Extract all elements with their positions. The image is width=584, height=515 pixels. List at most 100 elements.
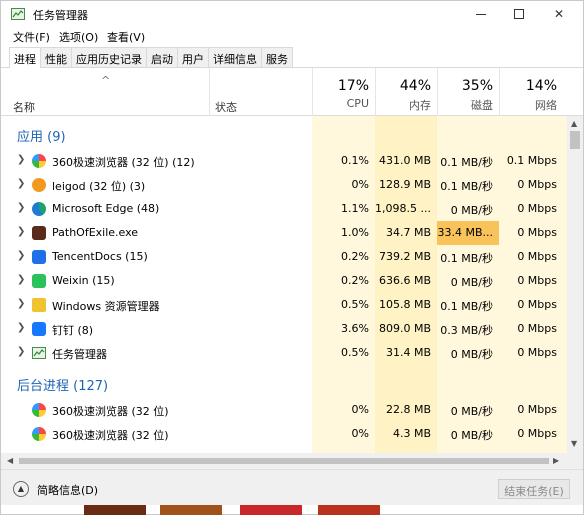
network-cell: 0 Mbps <box>517 250 557 263</box>
table-row[interactable]: 360极速浏览器 (32 位) 0% 22.8 MB 0 MB/秒 0 Mbps <box>1 398 567 422</box>
expand-chevron-icon[interactable]: ❯ <box>17 298 25 309</box>
memory-cell: 431.0 MB <box>378 154 431 167</box>
tab-performance[interactable]: 性能 <box>40 47 72 68</box>
column-header: ^ 名称 状态 17% CPU 44% 内存 35% 磁盘 14% 网络 <box>1 68 583 116</box>
cpu-cell: 0.2% <box>341 250 369 263</box>
fewer-details-link[interactable]: 简略信息(D) <box>37 482 98 498</box>
minimize-icon <box>476 13 486 15</box>
disk-label: 磁盘 <box>471 99 493 112</box>
process-name: 任务管理器 <box>52 348 107 361</box>
memory-cell: 22.8 MB <box>385 403 431 416</box>
background-window-strip <box>160 505 222 515</box>
scroll-down-icon[interactable]: ▼ <box>571 439 577 448</box>
column-status[interactable]: 状态 <box>215 99 237 115</box>
table-row[interactable]: ❯ leigod (32 位) (3) 0% 128.9 MB 0.1 MB/秒… <box>1 173 567 197</box>
table-row[interactable]: ❯ Weixin (15) 0.2% 636.6 MB 0 MB/秒 0 Mbp… <box>1 269 567 293</box>
vertical-scroll-thumb[interactable] <box>570 131 580 149</box>
memory-cell: 1,098.5 ... <box>375 202 431 215</box>
menu-bar: 文件(F) 选项(O) 查看(V) <box>1 27 583 45</box>
menu-file[interactable]: 文件(F) <box>13 29 50 45</box>
expand-chevron-icon[interactable]: ❯ <box>17 346 25 357</box>
scroll-right-icon[interactable]: ▶ <box>553 456 559 465</box>
vertical-scrollbar[interactable]: ▲ ▼ <box>567 116 583 453</box>
browser-360-icon <box>32 154 46 168</box>
process-name: 360极速浏览器 (32 位) <box>52 405 169 418</box>
process-list: 应用 (9) ❯ 360极速浏览器 (32 位) (12) 0.1% 431.0… <box>1 116 567 453</box>
table-row[interactable]: 360极速浏览器 (32 位) 0% 4.3 MB 0 MB/秒 0 Mbps <box>1 422 567 446</box>
column-name[interactable]: 名称 <box>13 99 35 115</box>
expand-chevron-icon[interactable]: ❯ <box>17 250 25 261</box>
table-row[interactable]: ❯ TencentDocs (15) 0.2% 739.2 MB 0.1 MB/… <box>1 245 567 269</box>
column-disk[interactable]: 35% 磁盘 <box>437 68 499 116</box>
column-cpu[interactable]: 17% CPU <box>312 68 375 116</box>
memory-cell: 128.9 MB <box>378 178 431 191</box>
network-cell: 0 Mbps <box>517 274 557 287</box>
cpu-cell: 0.2% <box>341 274 369 287</box>
process-name: PathOfExile.exe <box>52 226 139 239</box>
maximize-button[interactable] <box>499 1 539 27</box>
tab-processes[interactable]: 进程 <box>9 47 41 68</box>
column-memory[interactable]: 44% 内存 <box>375 68 437 116</box>
network-cell: 0.1 Mbps <box>506 154 557 167</box>
dingtalk-icon <box>32 322 46 336</box>
disk-cell: 0.3 MB/秒 <box>440 324 493 337</box>
scroll-left-icon[interactable]: ◀ <box>7 456 13 465</box>
column-network[interactable]: 14% 网络 <box>499 68 563 116</box>
minimize-button[interactable] <box>461 1 501 27</box>
tab-users[interactable]: 用户 <box>177 47 209 68</box>
tab-app-history[interactable]: 应用历史记录 <box>71 47 147 68</box>
network-label: 网络 <box>535 99 557 112</box>
task-manager-window: 任务管理器 ✕ 文件(F) 选项(O) 查看(V) 进程 性能 应用历史记录 启… <box>0 0 584 515</box>
expand-chevron-icon[interactable]: ❯ <box>17 274 25 285</box>
window-title: 任务管理器 <box>33 9 88 22</box>
scroll-up-icon[interactable]: ▲ <box>571 119 577 128</box>
background-window-strip <box>240 505 302 515</box>
menu-view[interactable]: 查看(V) <box>107 29 145 45</box>
memory-cell: 4.3 MB <box>392 427 431 440</box>
memory-cell: 34.7 MB <box>385 226 431 239</box>
group-apps[interactable]: 应用 (9) <box>17 126 66 145</box>
horizontal-scrollbar[interactable]: ◀ ▶ <box>1 453 567 469</box>
tab-strip: 进程 性能 应用历史记录 启动 用户 详细信息 服务 <box>9 47 293 68</box>
process-name: TencentDocs (15) <box>52 250 148 263</box>
network-cell: 0 Mbps <box>517 226 557 239</box>
group-background-processes[interactable]: 后台进程 (127) <box>17 375 108 394</box>
table-row[interactable]: ❯ Windows 资源管理器 0.5% 105.8 MB 0.1 MB/秒 0… <box>1 293 567 317</box>
close-button[interactable]: ✕ <box>539 1 579 27</box>
cpu-label: CPU <box>346 97 369 110</box>
expand-chevron-icon[interactable]: ❯ <box>17 322 25 333</box>
title-bar[interactable]: 任务管理器 ✕ <box>1 1 583 27</box>
process-name: Windows 资源管理器 <box>52 300 160 313</box>
horizontal-scroll-thumb[interactable] <box>19 458 549 464</box>
leigod-icon <box>32 178 46 192</box>
menu-options[interactable]: 选项(O) <box>59 29 98 45</box>
tencent-docs-icon <box>32 250 46 264</box>
table-row[interactable]: ❯ 钉钉 (8) 3.6% 809.0 MB 0.3 MB/秒 0 Mbps <box>1 317 567 341</box>
cpu-cell: 1.1% <box>341 202 369 215</box>
disk-cell: 0 MB/秒 <box>450 429 493 442</box>
table-row[interactable]: ❯ PathOfExile.exe 1.0% 34.7 MB 33.4 MB..… <box>1 221 567 245</box>
cpu-cell: 3.6% <box>341 322 369 335</box>
end-task-button[interactable]: 结束任务(E) <box>498 479 570 499</box>
footer-bar: ▲ 简略信息(D) 结束任务(E) <box>1 469 583 505</box>
tab-startup[interactable]: 启动 <box>146 47 178 68</box>
browser-360-icon <box>32 403 46 417</box>
memory-percent: 44% <box>399 78 431 94</box>
process-name: 360极速浏览器 (32 位) <box>52 429 169 442</box>
path-of-exile-icon <box>32 226 46 240</box>
tab-details[interactable]: 详细信息 <box>208 47 262 68</box>
cpu-cell: 1.0% <box>341 226 369 239</box>
table-row[interactable]: ❯ 任务管理器 0.5% 31.4 MB 0 MB/秒 0 Mbps <box>1 341 567 365</box>
disk-cell: 0 MB/秒 <box>450 204 493 217</box>
table-row[interactable]: ❯ 360极速浏览器 (32 位) (12) 0.1% 431.0 MB 0.1… <box>1 149 567 173</box>
tab-services[interactable]: 服务 <box>261 47 293 68</box>
expand-chevron-icon[interactable]: ❯ <box>17 202 25 213</box>
expand-chevron-icon[interactable]: ❯ <box>17 154 25 165</box>
collapse-chevron-icon[interactable]: ▲ <box>13 481 29 497</box>
disk-percent: 35% <box>461 78 493 94</box>
scrollbar-corner <box>567 453 583 469</box>
expand-chevron-icon[interactable]: ❯ <box>17 226 25 237</box>
table-row[interactable]: ❯ Microsoft Edge (48) 1.1% 1,098.5 ... 0… <box>1 197 567 221</box>
disk-cell: 0 MB/秒 <box>450 405 493 418</box>
expand-chevron-icon[interactable]: ❯ <box>17 178 25 189</box>
